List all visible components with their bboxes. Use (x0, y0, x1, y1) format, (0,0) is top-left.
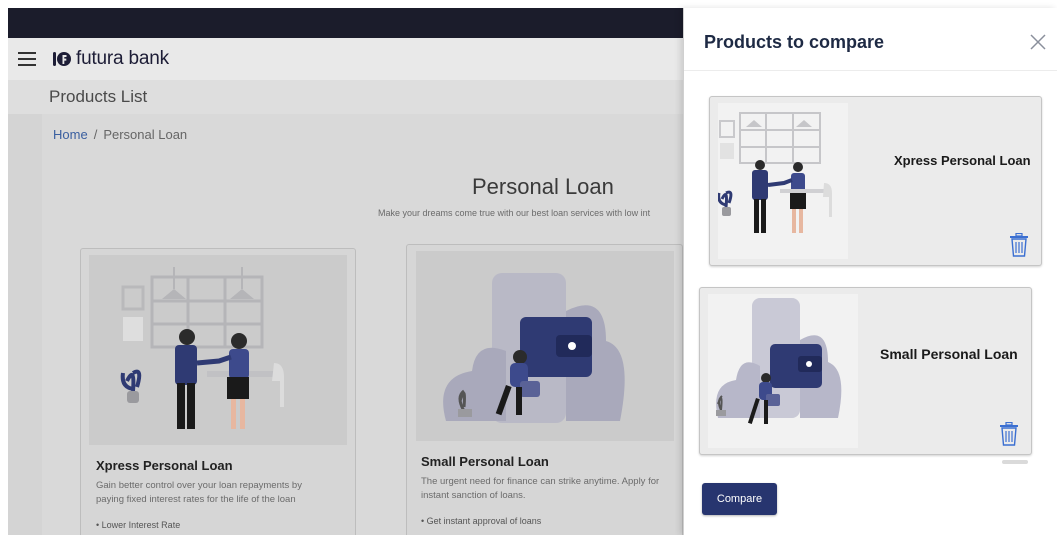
breadcrumb-separator: / (93, 127, 98, 142)
products-list-bar: Products List (8, 80, 683, 114)
compare-item-title: Xpress Personal Loan (894, 153, 1031, 168)
compare-item-small: Small Personal Loan (699, 287, 1032, 455)
wallet-illustration-icon (416, 251, 674, 441)
brand-name: futura bank (76, 48, 169, 69)
close-icon[interactable] (1028, 32, 1048, 52)
app-screen: futura bank Products List Home / Personal … (0, 0, 1057, 535)
brand-logo[interactable]: futura bank (52, 48, 169, 70)
futura-bank-logo-icon (53, 52, 71, 66)
trash-icon[interactable] (998, 422, 1020, 446)
product-description: The urgent need for finance can strike a… (421, 476, 660, 501)
divider (684, 70, 1057, 71)
page-subtitle: Make your dreams come true with our best… (378, 208, 651, 218)
main-content: Home / Personal Loan Personal Loan Make yo… (8, 114, 683, 535)
breadcrumb: Home / Personal Loan (53, 127, 187, 142)
compare-button[interactable]: Compare (702, 483, 777, 515)
product-illustration (89, 255, 347, 445)
compare-panel-title: Products to compare (704, 32, 885, 52)
compare-item-title: Small Personal Loan (880, 346, 1018, 362)
hamburger-menu-icon[interactable] (18, 48, 46, 70)
scroll-indicator (1002, 460, 1028, 464)
top-bar (8, 8, 683, 38)
product-title[interactable]: Xpress Personal Loan (96, 458, 233, 473)
product-feature: • Get instant approval of loans (421, 516, 542, 526)
breadcrumb-home-link[interactable]: Home (53, 127, 88, 142)
trash-icon[interactable] (1008, 233, 1030, 257)
breadcrumb-current: Personal Loan (103, 127, 188, 142)
product-card-xpress[interactable]: Xpress Personal Loan Gain better control… (80, 248, 356, 535)
app-header: futura bank (8, 38, 683, 80)
compare-item-xpress: Xpress Personal Loan (709, 96, 1042, 266)
product-description: Gain better control over your loan repay… (96, 480, 302, 505)
page-section-title: Products List (49, 87, 148, 106)
product-feature: • Lower Interest Rate (96, 520, 181, 530)
product-card-small[interactable]: Small Personal Loan The urgent need for … (406, 244, 683, 535)
product-title[interactable]: Small Personal Loan (421, 454, 549, 469)
handshake-illustration-icon (89, 255, 347, 445)
compare-panel: Products to compare Xpress Personal Loan… (683, 8, 1057, 535)
compare-item-illustration (708, 294, 858, 448)
handshake-illustration-icon (717, 103, 848, 259)
wallet-illustration-icon (708, 294, 858, 448)
product-illustration (416, 251, 674, 441)
page-title: Personal Loan (472, 174, 614, 199)
compare-item-illustration (717, 103, 848, 259)
